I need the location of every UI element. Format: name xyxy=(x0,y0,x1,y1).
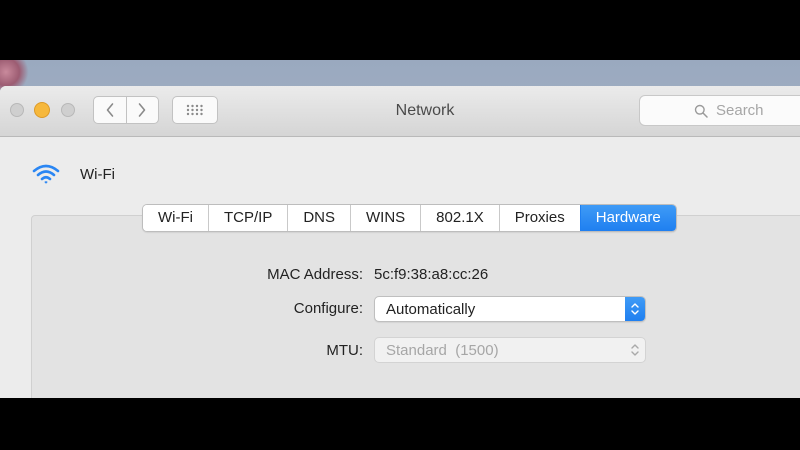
content-area: Wi-Fi Wi-Fi TCP/IP DNS WINS 802.1X Proxi… xyxy=(0,137,800,398)
letterbox-top xyxy=(0,0,800,60)
mtu-label: MTU: xyxy=(326,342,363,359)
chevron-right-icon xyxy=(138,103,146,117)
tab-8021x[interactable]: 802.1X xyxy=(420,205,499,231)
configure-value: Automatically xyxy=(386,300,476,318)
configure-label: Configure: xyxy=(293,300,363,317)
tab-tcpip[interactable]: TCP/IP xyxy=(207,205,288,231)
network-preferences-window: Network Wi-Fi Wi-Fi TCP/IP DNS WINS 802.… xyxy=(0,86,800,398)
back-forward-buttons xyxy=(93,96,159,124)
back-button[interactable] xyxy=(94,97,126,123)
tab-wins[interactable]: WINS xyxy=(350,205,421,231)
configure-stepper[interactable] xyxy=(625,297,645,321)
chevron-left-icon xyxy=(106,103,114,117)
updown-chevron-icon xyxy=(631,344,639,356)
zoom-window-button[interactable] xyxy=(61,103,75,117)
mac-address-label: MAC Address: xyxy=(267,266,363,283)
minimize-window-button[interactable] xyxy=(34,102,50,118)
updown-chevron-icon xyxy=(631,303,639,315)
letterbox-bottom xyxy=(0,398,800,450)
search-icon xyxy=(694,104,708,118)
service-name: Wi-Fi xyxy=(80,165,115,183)
window-title: Network xyxy=(395,102,455,119)
forward-button[interactable] xyxy=(125,97,159,123)
mtu-popup[interactable]: Standard (1500) xyxy=(374,337,646,363)
mtu-stepper xyxy=(625,338,645,362)
grid-icon xyxy=(186,104,203,116)
tab-dns[interactable]: DNS xyxy=(287,205,350,231)
close-window-button[interactable] xyxy=(10,103,24,117)
tab-hardware[interactable]: Hardware xyxy=(579,205,676,231)
mtu-value: Standard (1500) xyxy=(386,341,499,359)
configure-popup[interactable]: Automatically xyxy=(374,296,646,322)
service-header: Wi-Fi xyxy=(32,163,115,185)
tab-wifi[interactable]: Wi-Fi xyxy=(143,205,208,231)
tab-bar: Wi-Fi TCP/IP DNS WINS 802.1X Proxies Har… xyxy=(142,204,677,232)
tab-proxies[interactable]: Proxies xyxy=(498,205,580,231)
search-input[interactable] xyxy=(716,102,800,119)
search-field[interactable] xyxy=(639,95,800,126)
wifi-icon xyxy=(32,164,60,184)
mac-address-value: 5c:f9:38:a8:cc:26 xyxy=(374,266,489,283)
title-bar: Network xyxy=(0,86,800,137)
show-all-button[interactable] xyxy=(172,96,218,124)
